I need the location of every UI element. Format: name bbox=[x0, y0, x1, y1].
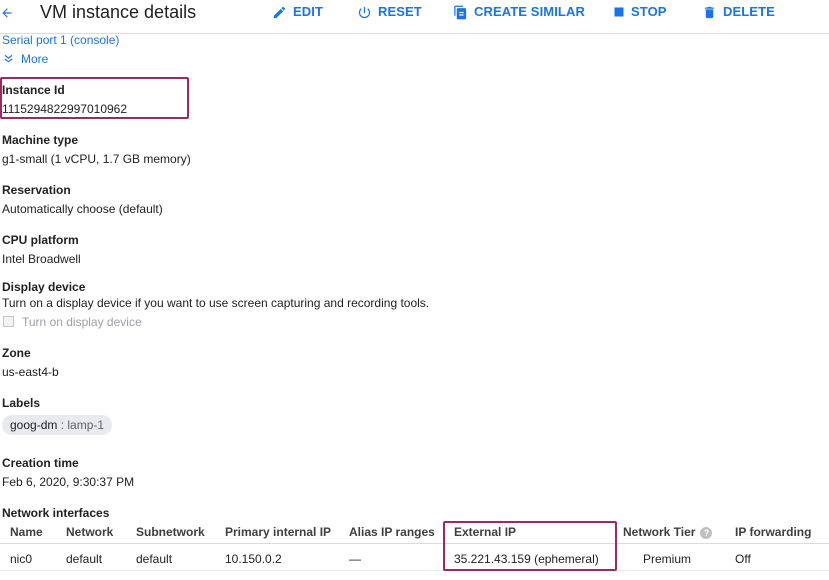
column-header-ip-forwarding: IP forwarding bbox=[735, 525, 812, 539]
power-icon bbox=[358, 6, 371, 18]
display-device-checkbox-label: Turn on display device bbox=[22, 315, 142, 329]
machine-type-value: g1-small (1 vCPU, 1.7 GB memory) bbox=[2, 152, 191, 166]
display-device-title: Display device bbox=[2, 280, 86, 294]
page-title: VM instance details bbox=[40, 2, 197, 22]
display-device-checkbox[interactable] bbox=[3, 316, 14, 327]
column-header-alias-ip-ranges: Alias IP ranges bbox=[349, 525, 435, 539]
stop-button-label: STOP bbox=[631, 4, 667, 19]
external-ip-highlight bbox=[443, 521, 617, 571]
label-chip: goog-dm : lamp-1 bbox=[2, 415, 113, 435]
reset-button-label: RESET bbox=[378, 4, 422, 19]
cell-subnetwork[interactable]: default bbox=[136, 552, 172, 566]
stop-button[interactable]: STOP bbox=[613, 3, 667, 21]
stop-icon bbox=[614, 7, 624, 17]
cpu-platform-value: Intel Broadwell bbox=[2, 252, 81, 266]
copy-document-icon bbox=[454, 5, 467, 19]
label-chip-value: lamp-1 bbox=[67, 418, 105, 432]
column-header-name: Name bbox=[10, 525, 43, 539]
network-tier-label: Network Tier bbox=[623, 525, 696, 539]
create-similar-button[interactable]: CREATE SIMILAR bbox=[453, 3, 585, 21]
serial-port-link[interactable]: Serial port 1 (console) bbox=[2, 33, 119, 47]
edit-button-label: EDIT bbox=[293, 4, 324, 19]
trash-icon bbox=[705, 6, 714, 18]
label-chip-key: goog-dm bbox=[10, 418, 58, 432]
display-device-description: Turn on a display device if you want to … bbox=[2, 296, 430, 310]
column-header-network-tier: Network Tier? bbox=[623, 525, 713, 539]
cell-network-tier: Premium bbox=[643, 552, 692, 566]
create-similar-button-label: CREATE SIMILAR bbox=[474, 4, 585, 19]
network-interfaces-title: Network interfaces bbox=[2, 506, 110, 520]
arrow-back-icon[interactable] bbox=[0, 2, 16, 22]
creation-time-title: Creation time bbox=[2, 456, 79, 470]
reservation-title: Reservation bbox=[2, 183, 71, 197]
label-chip-separator: : bbox=[57, 418, 68, 432]
cell-ip-forwarding: Off bbox=[735, 552, 751, 566]
more-label: More bbox=[21, 52, 49, 66]
machine-type-title: Machine type bbox=[2, 133, 79, 147]
column-header-primary-internal-ip: Primary internal IP bbox=[225, 525, 332, 539]
table-row: nic0 default default 10.150.0.2 — 35.221… bbox=[0, 547, 829, 571]
delete-button[interactable]: DELETE bbox=[702, 3, 775, 21]
instance-id-title: Instance Id bbox=[2, 83, 65, 97]
delete-button-label: DELETE bbox=[723, 4, 775, 19]
network-table-header: Name Network Subnetwork Primary internal… bbox=[0, 522, 829, 544]
labels-title: Labels bbox=[2, 396, 41, 410]
instance-id-value: 1115294822997010962 bbox=[2, 102, 128, 116]
zone-value: us-east4-b bbox=[2, 365, 59, 379]
cpu-platform-title: CPU platform bbox=[2, 233, 79, 247]
reset-button[interactable]: RESET bbox=[357, 3, 422, 21]
more-toggle[interactable]: More bbox=[4, 52, 48, 66]
column-header-subnetwork: Subnetwork bbox=[136, 525, 205, 539]
pencil-icon bbox=[273, 6, 286, 18]
zone-title: Zone bbox=[2, 346, 31, 360]
column-header-network: Network bbox=[66, 525, 114, 539]
double-chevron-down-icon bbox=[4, 54, 13, 63]
cell-alias-ip-ranges: — bbox=[349, 552, 361, 566]
cell-network[interactable]: default bbox=[66, 552, 102, 566]
creation-time-value: Feb 6, 2020, 9:30:37 PM bbox=[2, 475, 135, 489]
edit-button[interactable]: EDIT bbox=[272, 3, 323, 21]
cell-primary-internal-ip: 10.150.0.2 bbox=[225, 552, 282, 566]
help-icon[interactable]: ? bbox=[700, 527, 713, 539]
top-app-bar: VM instance details EDIT RESET CREATE SI… bbox=[0, 0, 829, 34]
cell-name: nic0 bbox=[10, 552, 33, 566]
reservation-value: Automatically choose (default) bbox=[2, 202, 163, 216]
